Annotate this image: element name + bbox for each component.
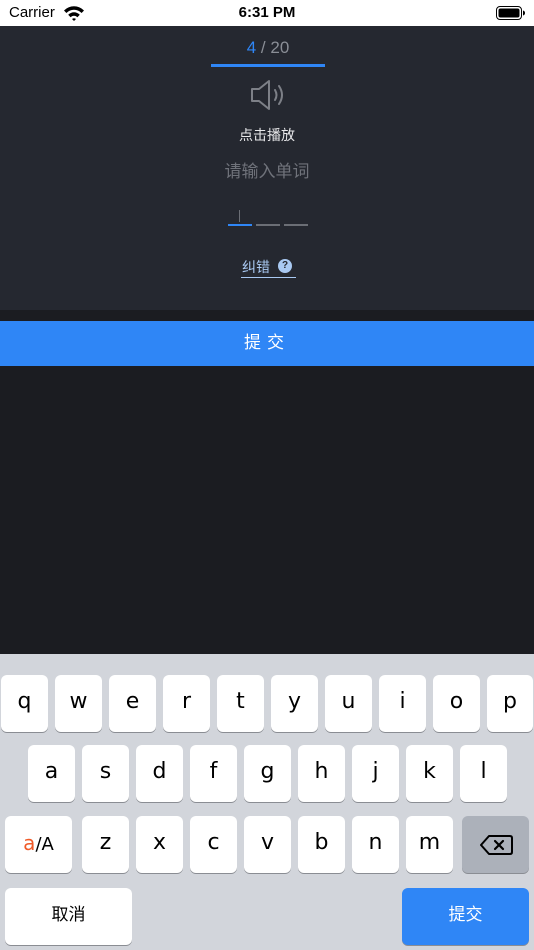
- key-c[interactable]: c: [190, 816, 237, 873]
- progress-underline: [211, 64, 325, 67]
- help-icon[interactable]: ?: [278, 259, 292, 273]
- text-caret: [239, 210, 240, 222]
- key-p[interactable]: p: [487, 675, 533, 732]
- error-report-link[interactable]: 纠错 ?: [241, 256, 296, 278]
- key-w[interactable]: w: [55, 675, 102, 732]
- key-o[interactable]: o: [433, 675, 480, 732]
- letter-slots: [228, 210, 310, 230]
- backspace-key[interactable]: [462, 816, 529, 873]
- play-label[interactable]: 点击播放: [0, 125, 534, 145]
- key-h[interactable]: h: [298, 745, 345, 802]
- progress-current: 4: [246, 38, 257, 57]
- key-a[interactable]: a: [28, 745, 75, 802]
- progress-separator: /: [256, 38, 271, 57]
- backspace-icon: [479, 834, 513, 855]
- key-g[interactable]: g: [244, 745, 291, 802]
- key-y[interactable]: y: [271, 675, 318, 732]
- submit-key[interactable]: 提交: [402, 888, 529, 945]
- key-x[interactable]: x: [136, 816, 183, 873]
- clock: 6:31 PM: [238, 4, 296, 21]
- key-k[interactable]: k: [406, 745, 453, 802]
- key-v[interactable]: v: [244, 816, 291, 873]
- progress-counter: 4 / 20: [211, 38, 325, 58]
- key-d[interactable]: d: [136, 745, 183, 802]
- submit-button[interactable]: 提交: [0, 321, 534, 366]
- speaker-icon[interactable]: [248, 78, 292, 112]
- key-j[interactable]: j: [352, 745, 399, 802]
- key-b[interactable]: b: [298, 816, 345, 873]
- key-t[interactable]: t: [217, 675, 264, 732]
- key-r[interactable]: r: [163, 675, 210, 732]
- key-m[interactable]: m: [406, 816, 453, 873]
- battery-icon: [496, 6, 525, 20]
- key-f[interactable]: f: [190, 745, 237, 802]
- key-u[interactable]: u: [325, 675, 372, 732]
- key-l[interactable]: l: [460, 745, 507, 802]
- key-s[interactable]: s: [82, 745, 129, 802]
- key-q[interactable]: q: [1, 675, 48, 732]
- language-key-secondary: /A: [35, 834, 54, 855]
- progress-total: 20: [270, 38, 290, 57]
- letter-slot: [284, 224, 308, 226]
- letter-slot: [256, 224, 280, 226]
- error-report-label: 纠错: [242, 260, 270, 276]
- word-input[interactable]: [167, 158, 367, 186]
- key-e[interactable]: e: [109, 675, 156, 732]
- keyboard: q w e r t y u i o p a s d f g h j k l a/…: [0, 654, 534, 950]
- letter-slot: [228, 224, 252, 226]
- status-bar: Carrier 6:31 PM: [0, 0, 534, 26]
- cancel-key[interactable]: 取消: [5, 888, 132, 945]
- dictation-panel: 4 / 20 点击播放 纠错 ?: [0, 26, 534, 310]
- language-key-primary: a: [23, 831, 36, 855]
- key-i[interactable]: i: [379, 675, 426, 732]
- key-z[interactable]: z: [82, 816, 129, 873]
- language-toggle-key[interactable]: a/A: [5, 816, 72, 873]
- key-n[interactable]: n: [352, 816, 399, 873]
